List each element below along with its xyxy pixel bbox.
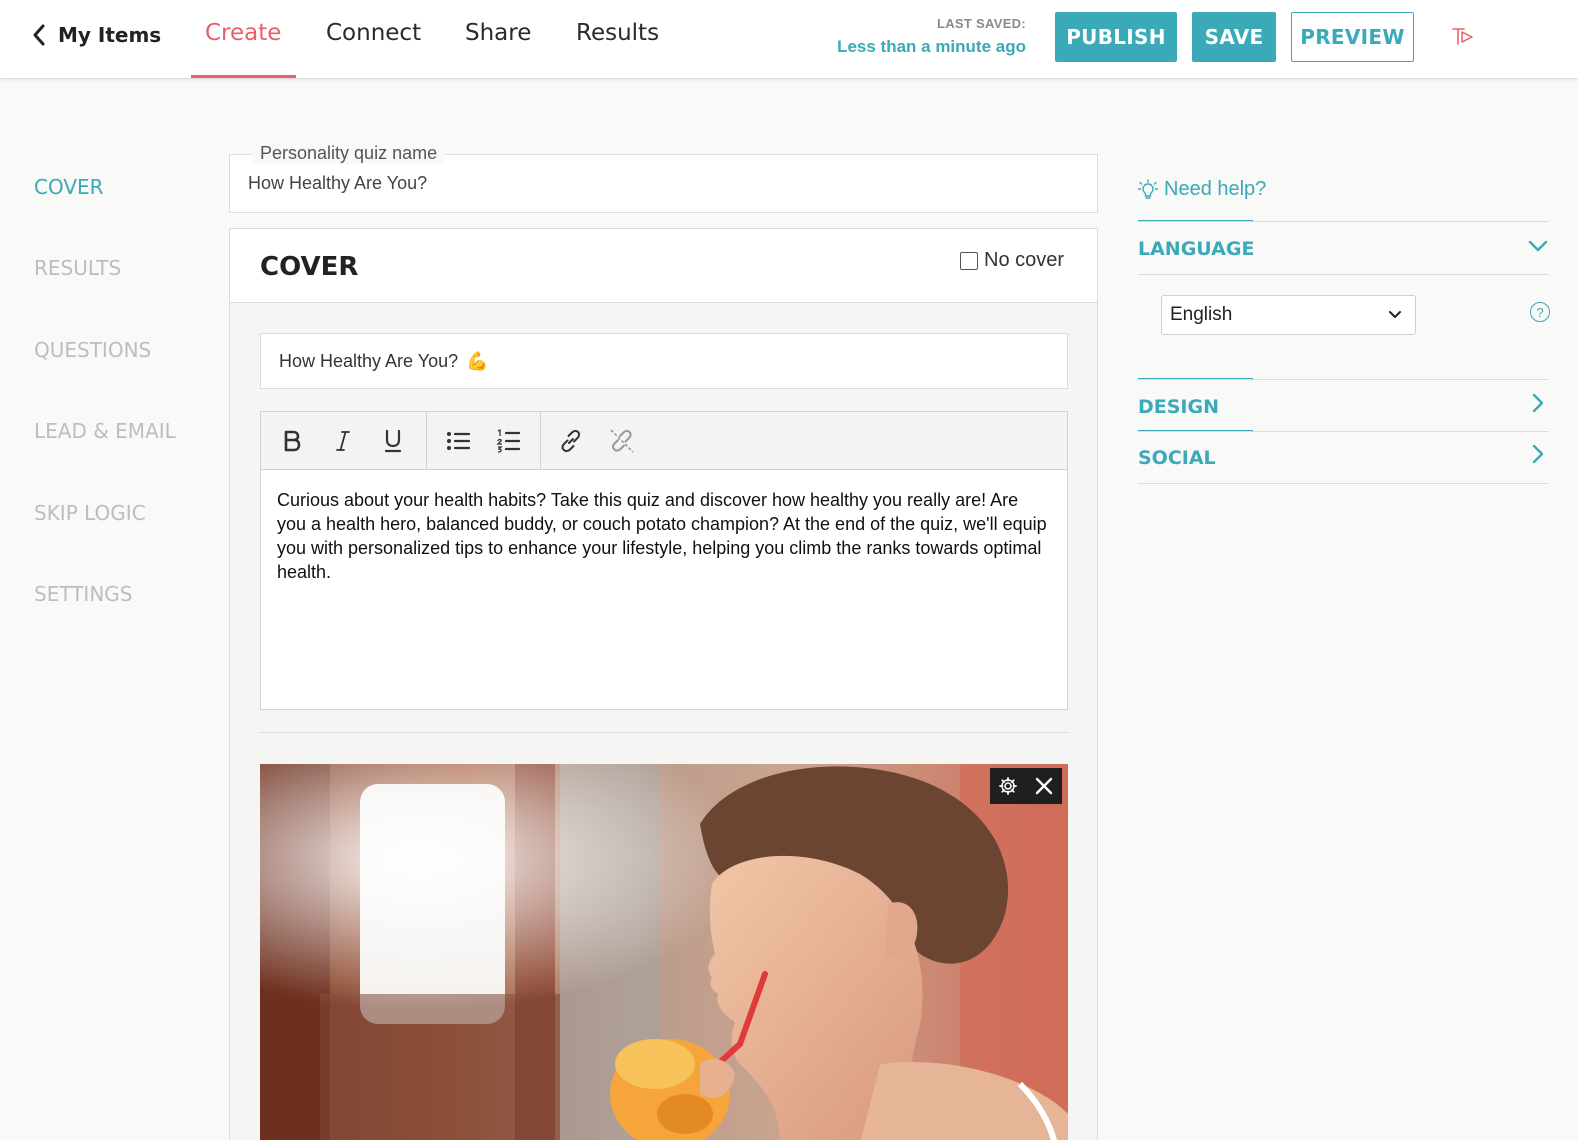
unlink-icon[interactable] — [605, 424, 639, 458]
tab-create[interactable]: Create — [205, 20, 281, 78]
back-to-my-items-link[interactable]: My Items — [30, 22, 161, 48]
chevron-down-icon — [1389, 311, 1401, 318]
underline-icon[interactable] — [376, 424, 410, 458]
active-tab-indicator — [191, 75, 296, 78]
quiz-name-field: Personality quiz name — [229, 143, 1098, 213]
section-design[interactable]: DESIGN — [1138, 396, 1219, 418]
last-saved-value: Less than a minute ago — [837, 37, 1026, 56]
editor-toolbar — [261, 412, 1067, 470]
panel-divider — [1138, 431, 1549, 432]
cover-heading: COVER — [260, 252, 359, 282]
bullet-list-icon[interactable] — [441, 424, 475, 458]
panel-divider — [1138, 379, 1549, 380]
bold-icon[interactable] — [275, 424, 309, 458]
panel-divider — [1138, 483, 1549, 484]
nav-cover[interactable]: COVER — [34, 175, 104, 199]
link-icon[interactable] — [554, 424, 588, 458]
tab-connect[interactable]: Connect — [326, 20, 421, 78]
publish-button[interactable]: PUBLISH — [1055, 12, 1177, 62]
tab-share[interactable]: Share — [465, 20, 531, 78]
chevron-left-icon — [33, 24, 45, 46]
no-cover-toggle[interactable]: No cover — [960, 249, 1064, 272]
italic-icon[interactable] — [326, 424, 360, 458]
panel-divider — [1138, 274, 1549, 275]
top-bar: My Items Create Connect Share Results LA… — [0, 0, 1578, 79]
quiz-name-label: Personality quiz name — [252, 143, 446, 164]
back-label: My Items — [58, 23, 162, 47]
nav-results[interactable]: RESULTS — [34, 256, 121, 280]
need-help-label: Need help? — [1164, 178, 1267, 200]
description-editor: Curious about your health habits? Take t… — [260, 411, 1068, 710]
cover-panel: COVER No cover How Healthy Are You? 💪 Cu… — [229, 228, 1098, 1140]
toolbar-separator — [540, 412, 541, 470]
nav-settings[interactable]: SETTINGS — [34, 582, 132, 606]
toolbar-separator — [426, 412, 427, 470]
no-cover-checkbox[interactable] — [960, 251, 978, 270]
cover-photo-woman-drinking-juice — [260, 764, 1068, 1140]
flexed-biceps-emoji: 💪 — [466, 350, 489, 371]
cover-image — [260, 764, 1068, 1140]
close-icon[interactable] — [1034, 776, 1054, 796]
gear-icon[interactable] — [998, 776, 1018, 796]
chevron-right-icon[interactable] — [1527, 392, 1549, 414]
chevron-right-icon[interactable] — [1527, 443, 1549, 465]
numbered-list-icon[interactable] — [491, 424, 525, 458]
brand-logo-icon[interactable] — [1451, 26, 1475, 46]
panel-divider — [1138, 221, 1549, 222]
language-help-icon[interactable]: ? — [1530, 302, 1550, 322]
image-tools — [990, 768, 1062, 804]
nav-skip-logic[interactable]: SKIP LOGIC — [34, 501, 146, 525]
cover-header: COVER No cover — [230, 229, 1097, 303]
save-button[interactable]: SAVE — [1192, 12, 1276, 62]
quiz-name-input[interactable] — [248, 173, 1078, 194]
tab-results[interactable]: Results — [576, 20, 659, 78]
language-select[interactable]: English — [1161, 295, 1416, 335]
cover-title-input[interactable]: How Healthy Are You? 💪 — [260, 333, 1068, 389]
no-cover-label: No cover — [984, 249, 1065, 271]
last-saved-label: LAST SAVED: — [936, 16, 1026, 31]
cover-title-text: How Healthy Are You? — [279, 350, 459, 371]
nav-lead-email[interactable]: LEAD & EMAIL — [34, 419, 176, 443]
preview-button[interactable]: PREVIEW — [1291, 12, 1414, 62]
section-language[interactable]: LANGUAGE — [1138, 238, 1254, 260]
chevron-down-icon[interactable] — [1527, 235, 1549, 257]
section-divider — [260, 732, 1068, 733]
language-selected-value: English — [1170, 304, 1233, 325]
section-social[interactable]: SOCIAL — [1138, 447, 1216, 469]
description-text[interactable]: Curious about your health habits? Take t… — [277, 488, 1052, 584]
nav-questions[interactable]: QUESTIONS — [34, 338, 151, 362]
need-help-link[interactable]: Need help? — [1138, 178, 1266, 201]
lightbulb-icon — [1138, 178, 1158, 199]
